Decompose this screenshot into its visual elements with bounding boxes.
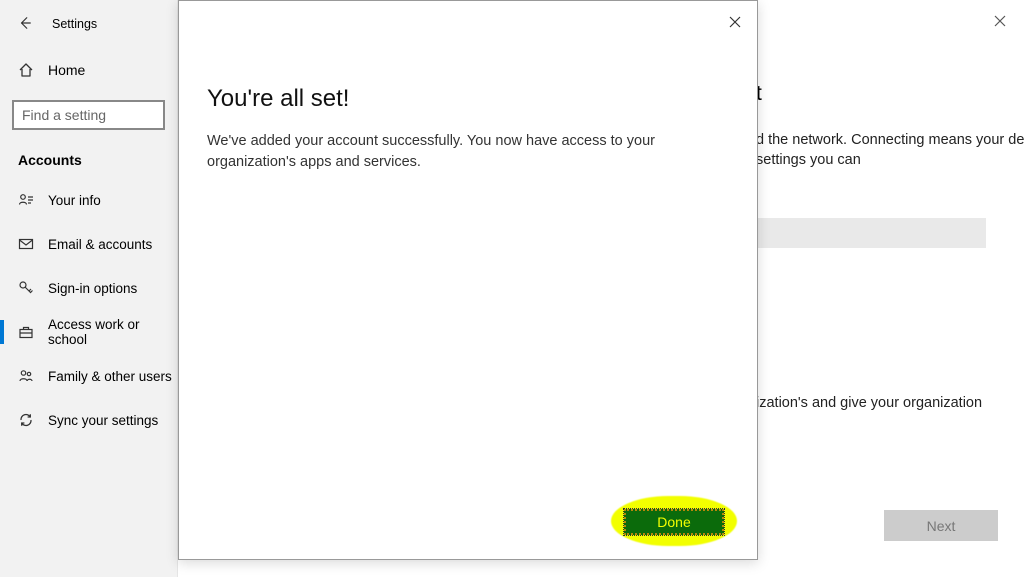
sidebar-item-label: Sync your settings [48,413,158,428]
sidebar-item-family-users[interactable]: Family & other users [0,354,177,398]
home-label: Home [48,62,85,78]
dialog-body: We've added your account successfully. Y… [207,131,707,173]
sidebar-item-label: Access work or school [48,317,177,347]
briefcase-icon [18,324,34,340]
dialog-close-button[interactable] [729,15,741,31]
sidebar-item-sync-settings[interactable]: Sync your settings [0,398,177,442]
people-icon [18,368,34,384]
sidebar-item-label: Your info [48,193,101,208]
dialog-title: You're all set! [207,85,349,113]
obscured-body-fragment: d the network. Connecting means your dev… [756,130,1024,171]
header-row: Settings [0,0,177,48]
sidebar-item-signin-options[interactable]: Sign-in options [0,266,177,310]
home-icon [18,62,34,78]
sidebar-item-access-work-school[interactable]: Access work or school [0,310,177,354]
account-added-dialog: You're all set! We've added your account… [178,0,758,560]
search-placeholder: Find a setting [22,107,106,123]
key-icon [18,280,34,296]
next-button[interactable]: Next [884,510,998,541]
close-icon [994,15,1006,27]
next-button-label: Next [927,518,956,534]
sidebar-item-label: Sign-in options [48,281,137,296]
done-button-label: Done [657,514,690,530]
window-title: Settings [52,17,97,31]
back-arrow-icon [18,16,32,30]
back-button[interactable] [18,16,32,33]
sidebar-item-your-info[interactable]: Your info [0,178,177,222]
sidebar-item-label: Email & accounts [48,237,152,252]
window-close-button[interactable] [994,14,1006,30]
person-icon [18,192,34,208]
sidebar-item-email-accounts[interactable]: Email & accounts [0,222,177,266]
obscured-input-placeholder [756,218,986,248]
settings-sidebar: Settings Home Find a setting Accounts Yo… [0,0,178,577]
obscured-text-fragment: ization's and give your organization [756,395,1024,411]
done-button[interactable]: Done [624,509,724,535]
sidebar-item-label: Family & other users [48,369,172,384]
sync-icon [18,412,34,428]
search-input[interactable]: Find a setting [12,100,165,130]
section-title: Accounts [0,130,177,178]
close-icon [729,16,741,28]
home-nav[interactable]: Home [0,50,177,90]
mail-icon [18,236,34,252]
